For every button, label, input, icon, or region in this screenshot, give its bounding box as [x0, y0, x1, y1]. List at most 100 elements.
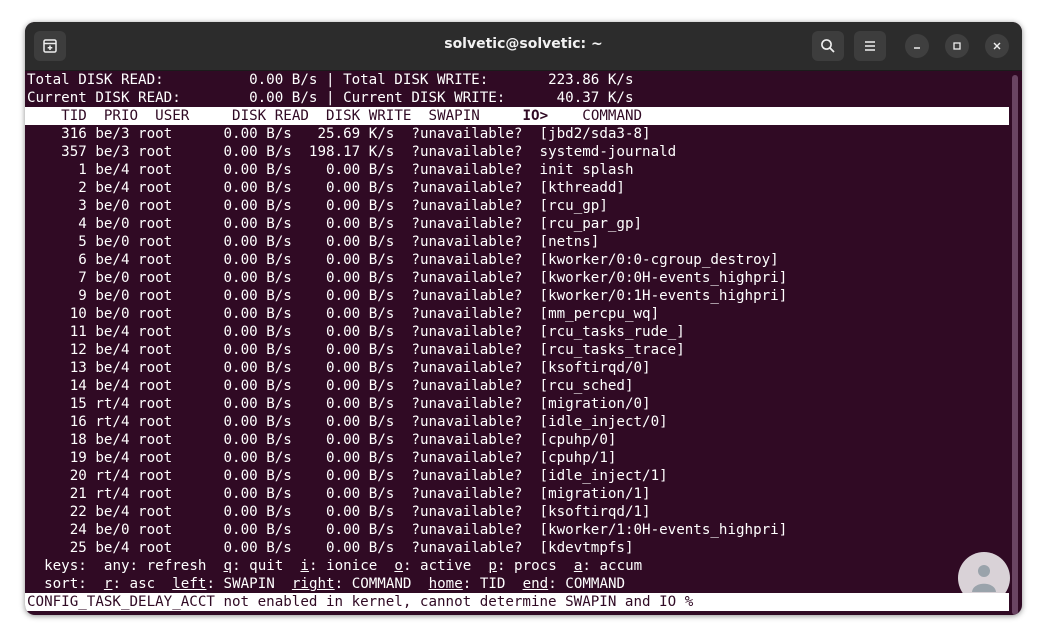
cell-user: root [129, 144, 173, 160]
cell-disk-write: 0.00 B/s [291, 234, 395, 250]
cell-prio: rt/4 [86, 468, 130, 484]
key-o: o [394, 558, 403, 574]
cell-disk-write: 0.00 B/s [291, 378, 395, 394]
key-end-action: COMMAND [565, 576, 626, 592]
cell-user: root [129, 270, 173, 286]
cell-command: [kworker/0:0H-events_highpri] [522, 270, 788, 286]
key-a-action: accum [599, 558, 643, 574]
cell-command: [ksoftirqd/0] [522, 360, 651, 376]
key-q-action: quit [249, 558, 284, 574]
cell-swapin: ?unavailable? [394, 144, 523, 160]
cell-prio: be/0 [86, 234, 130, 250]
cell-command: [rcu_gp] [522, 198, 608, 214]
cell-tid: 316 [27, 126, 87, 142]
cell-disk-read: 0.00 B/s [172, 216, 292, 232]
cell-tid: 357 [27, 144, 87, 160]
cell-disk-read: 0.00 B/s [172, 468, 292, 484]
cell-swapin: ?unavailable? [394, 522, 523, 538]
total-disk-line: Total DISK READ: 0.00 B/s | Total DISK W… [27, 72, 634, 88]
close-button[interactable] [985, 34, 1009, 58]
cell-user: root [129, 396, 173, 412]
cell-swapin: ?unavailable? [394, 180, 523, 196]
cell-command: [netns] [522, 234, 600, 250]
cell-prio: be/4 [86, 378, 130, 394]
current-disk-line: Current DISK READ: 0.00 B/s | Current DI… [27, 90, 634, 106]
cell-tid: 4 [27, 216, 87, 232]
cell-prio: be/4 [86, 162, 130, 178]
cell-user: root [129, 126, 173, 142]
cell-user: root [129, 288, 173, 304]
table-row: 2 be/4 root 0.00 B/s 0.00 B/s ?unavailab… [25, 179, 1009, 197]
table-row: 4 be/0 root 0.00 B/s 0.00 B/s ?unavailab… [25, 215, 1009, 233]
minimize-icon [914, 47, 920, 49]
scrollbar[interactable] [1012, 75, 1018, 615]
key-left-action: SWAPIN [223, 576, 275, 592]
cell-prio: be/3 [86, 126, 130, 142]
cell-prio: be/0 [86, 216, 130, 232]
cell-user: root [129, 450, 173, 466]
cell-tid: 11 [27, 324, 87, 340]
cell-command: init splash [522, 162, 634, 178]
search-button[interactable] [812, 31, 844, 61]
menu-button[interactable] [854, 31, 886, 61]
cell-swapin: ?unavailable? [394, 432, 523, 448]
cell-user: root [129, 162, 173, 178]
key-q: q [223, 558, 233, 574]
person-icon [972, 565, 996, 592]
total-read-value: 0.00 B/s [249, 72, 318, 88]
cell-swapin: ?unavailable? [394, 288, 523, 304]
table-row: 24 be/0 root 0.00 B/s 0.00 B/s ?unavaila… [25, 521, 1009, 539]
cell-swapin: ?unavailable? [394, 378, 523, 394]
cell-tid: 15 [27, 396, 87, 412]
table-row: 25 be/4 root 0.00 B/s 0.00 B/s ?unavaila… [25, 539, 1009, 557]
sort-line: sort: r: asc left: SWAPIN right: COMMAND… [44, 576, 626, 592]
cell-disk-read: 0.00 B/s [172, 342, 292, 358]
key-p: p [488, 558, 497, 574]
cell-swapin: ?unavailable? [394, 360, 523, 376]
cell-disk-read: 0.00 B/s [172, 360, 292, 376]
cell-disk-read: 0.00 B/s [172, 450, 292, 466]
cell-tid: 2 [27, 180, 87, 196]
terminal-window: solvetic@solvetic: ~ Total DISK READ: 0.… [25, 22, 1022, 615]
cell-prio: be/0 [86, 288, 130, 304]
cell-command: [rcu_sched] [522, 378, 634, 394]
cell-disk-read: 0.00 B/s [172, 162, 292, 178]
key-left: left [172, 576, 207, 592]
cell-disk-write: 25.69 K/s [291, 126, 395, 142]
current-read-label: Current DISK READ: [27, 90, 181, 106]
cell-disk-write: 0.00 B/s [291, 180, 395, 196]
cell-command: [migration/0] [522, 396, 651, 412]
cell-tid: 18 [27, 432, 87, 448]
table-header: TID PRIO USER DISK READ DISK WRITE SWAPI… [25, 107, 1009, 125]
cell-disk-write: 0.00 B/s [291, 342, 395, 358]
cell-user: root [129, 324, 173, 340]
table-row: 16 rt/4 root 0.00 B/s 0.00 B/s ?unavaila… [25, 413, 1009, 431]
cell-disk-write: 0.00 B/s [291, 414, 395, 430]
key-a: a [573, 558, 583, 574]
cell-swapin: ?unavailable? [394, 468, 523, 484]
cell-tid: 7 [27, 270, 87, 286]
cell-command: [kthreadd] [522, 180, 625, 196]
cell-disk-write: 0.00 B/s [291, 468, 395, 484]
cell-disk-read: 0.00 B/s [172, 432, 292, 448]
terminal-output[interactable]: Total DISK READ: 0.00 B/s | Total DISK W… [25, 71, 1009, 615]
watermark-logo [958, 552, 1010, 604]
close-icon [993, 42, 1001, 50]
cell-swapin: ?unavailable? [394, 324, 523, 340]
cell-command: [cpuhp/0] [522, 432, 617, 448]
cell-tid: 9 [27, 288, 87, 304]
cell-disk-write: 0.00 B/s [291, 162, 395, 178]
cell-disk-write: 0.00 B/s [291, 198, 395, 214]
maximize-button[interactable] [945, 34, 969, 58]
cell-command: [kworker/1:0H-events_highpri] [522, 522, 788, 538]
cell-prio: be/0 [86, 306, 130, 322]
cell-tid: 5 [27, 234, 87, 250]
table-row: 7 be/0 root 0.00 B/s 0.00 B/s ?unavailab… [25, 269, 1009, 287]
cell-user: root [129, 252, 173, 268]
cell-user: root [129, 486, 173, 502]
cell-command: [migration/1] [522, 486, 651, 502]
table-row: 20 rt/4 root 0.00 B/s 0.00 B/s ?unavaila… [25, 467, 1009, 485]
minimize-button[interactable] [905, 34, 929, 58]
cell-tid: 3 [27, 198, 87, 214]
cell-swapin: ?unavailable? [394, 162, 523, 178]
